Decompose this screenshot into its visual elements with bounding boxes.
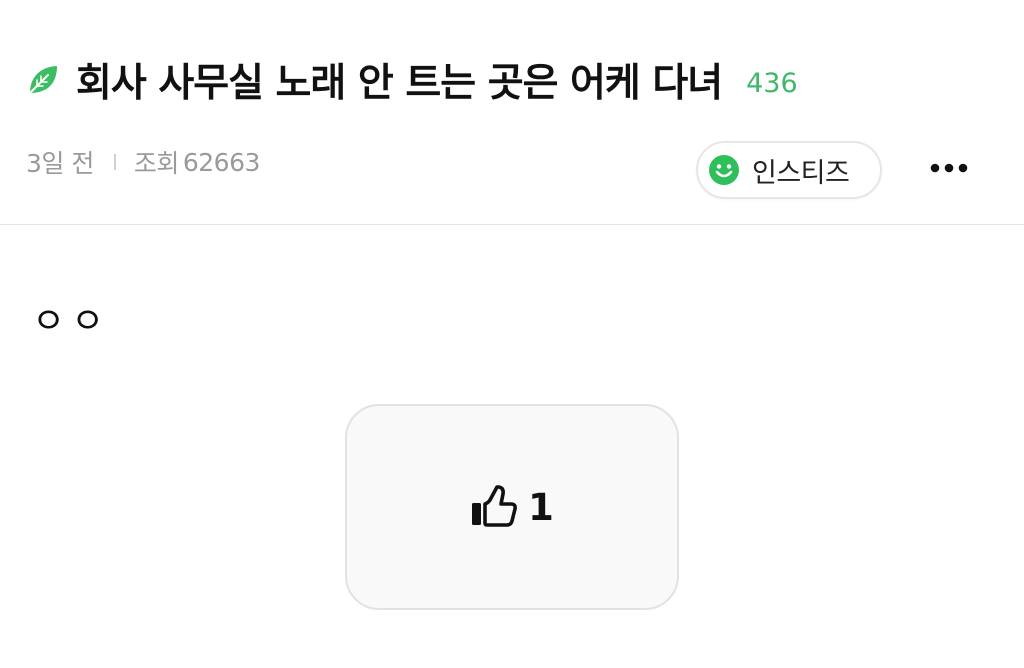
like-button[interactable]: 1 — [345, 404, 679, 610]
views-count: 62663 — [182, 147, 261, 177]
more-menu-button[interactable] — [924, 148, 974, 188]
header-divider — [0, 224, 1024, 225]
comment-count[interactable]: 436 — [746, 68, 798, 99]
leaf-icon — [26, 63, 60, 97]
more-dots-icon — [929, 159, 969, 178]
thumbs-up-icon — [470, 484, 518, 528]
board-chip-label: 인스티즈 — [752, 157, 850, 189]
post-time: 3일 전 — [26, 149, 94, 178]
post-meta: 3일 전 조회 62663 — [26, 144, 260, 180]
like-count: 1 — [528, 485, 554, 529]
post-title: 회사 사무실 노래 안 트는 곳은 어케 다녀 — [76, 61, 723, 106]
board-chip[interactable]: 인스티즈 — [696, 141, 882, 199]
post-body: ㅇㅇ — [32, 301, 111, 342]
post-title-row: 회사 사무실 노래 안 트는 곳은 어케 다녀 436 — [26, 52, 798, 108]
smile-icon — [708, 154, 740, 186]
views-label: 조회 — [133, 149, 180, 178]
meta-divider — [113, 154, 116, 170]
